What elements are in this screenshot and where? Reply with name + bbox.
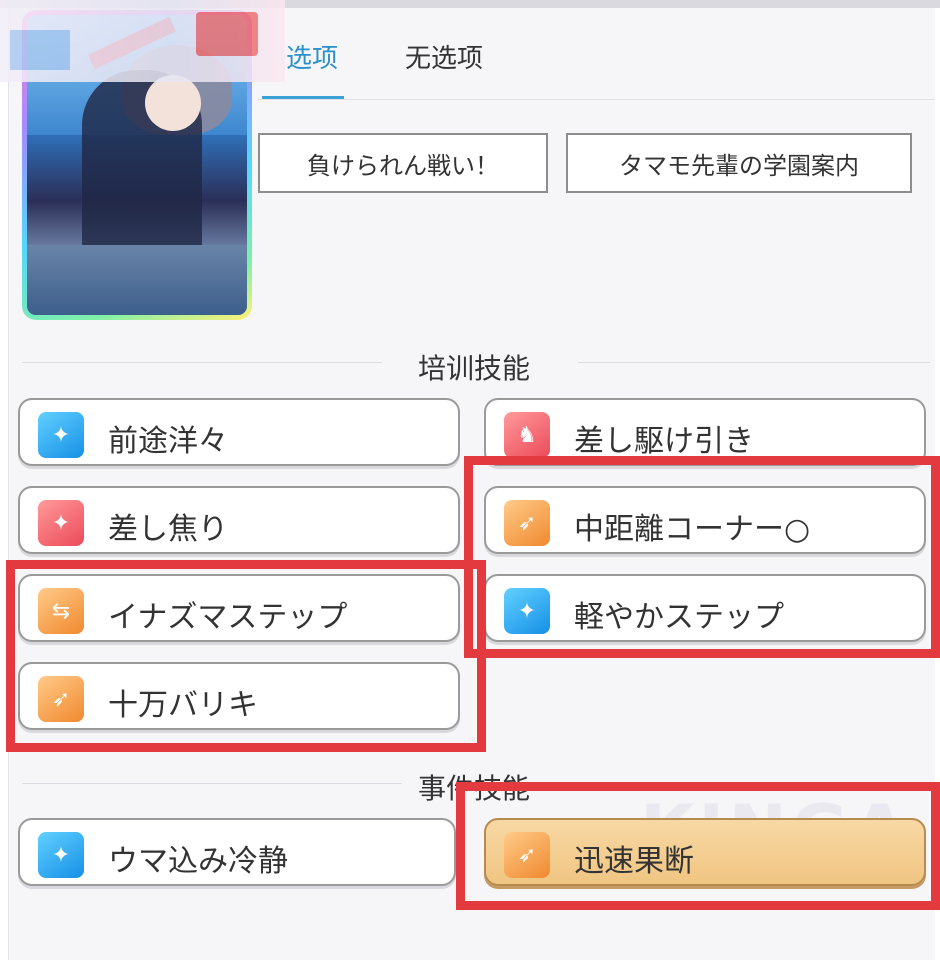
choice-button-1[interactable]: 負けられん戦い！: [258, 133, 548, 193]
tab-options[interactable]: 选项: [286, 38, 338, 75]
training-skills-title: 培训技能: [418, 352, 531, 385]
highlight-box: [464, 456, 940, 658]
section-divider-left: [22, 783, 402, 784]
tab-no-options[interactable]: 无选项: [405, 38, 483, 75]
sparkle-icon: ✦: [38, 500, 84, 546]
skill-label: 差し駆け引き: [574, 424, 754, 459]
sparkle-icon: ✦: [38, 412, 84, 458]
skill-label: 前途洋々: [108, 424, 228, 459]
tab-divider: [258, 99, 934, 100]
skill-label: 差し焦り: [108, 512, 228, 547]
sparkle-icon: ✦: [38, 832, 84, 878]
choice-button-2[interactable]: タマモ先輩の学園案内: [566, 133, 912, 193]
section-divider-right: [578, 362, 930, 363]
skill-label: ウマ込み冷静: [108, 844, 288, 879]
highlight-box: [456, 782, 940, 910]
skill-card[interactable]: ✦ 前途洋々: [18, 398, 460, 466]
watermark-overlay: [0, 0, 285, 82]
devil-icon: ♞: [504, 412, 550, 458]
highlight-box: [6, 560, 486, 752]
skill-card[interactable]: ✦ ウマ込み冷静: [18, 818, 456, 886]
section-divider-left: [22, 362, 382, 363]
skill-card[interactable]: ✦ 差し焦り: [18, 486, 460, 554]
